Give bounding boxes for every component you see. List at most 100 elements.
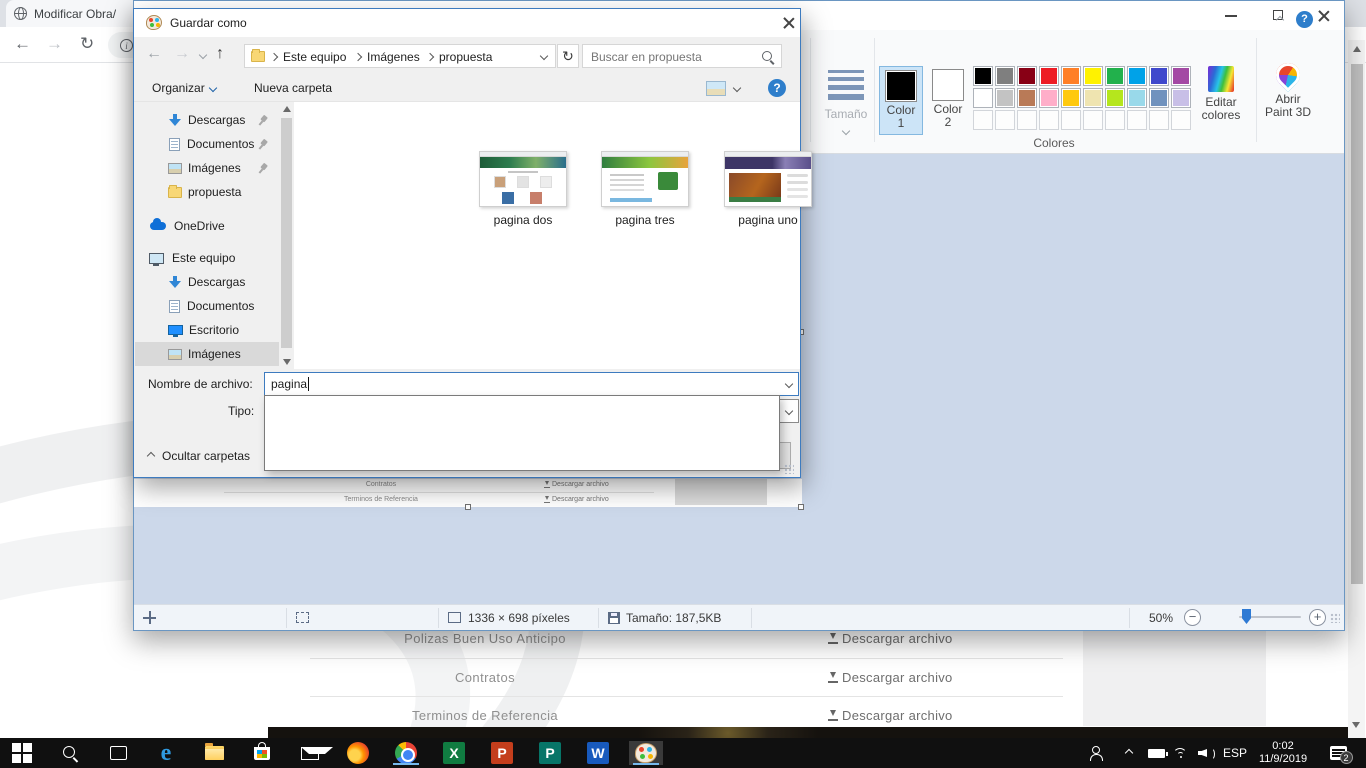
- page-info-icon[interactable]: i: [120, 39, 133, 52]
- color2-button[interactable]: Color 2: [926, 66, 970, 135]
- taskbar-word[interactable]: W: [581, 741, 615, 765]
- taskbar-firefox[interactable]: [341, 741, 375, 765]
- palette-color[interactable]: [1149, 88, 1169, 108]
- people-icon[interactable]: [1086, 743, 1108, 763]
- file-list[interactable]: pagina dos pagina tres: [294, 102, 800, 369]
- palette-color[interactable]: [1039, 66, 1059, 86]
- image-resize-handle-bottom-middle[interactable]: [465, 504, 471, 510]
- search-box[interactable]: Buscar en propuesta: [582, 44, 782, 68]
- task-view-button[interactable]: [101, 741, 135, 765]
- filename-history-dropdown[interactable]: [264, 395, 780, 471]
- palette-color[interactable]: [1061, 88, 1081, 108]
- sidebar-item-imagenes-2[interactable]: Imágenes: [135, 342, 279, 366]
- palette-color[interactable]: [1105, 66, 1125, 86]
- volume-icon[interactable]: [1195, 743, 1217, 763]
- breadcrumb-item[interactable]: Imágenes: [367, 50, 420, 64]
- dialog-help-button[interactable]: ?: [768, 79, 786, 97]
- organize-button[interactable]: Organizar: [152, 81, 205, 95]
- palette-color[interactable]: [1127, 88, 1147, 108]
- download-link[interactable]: Descargar archivo: [828, 708, 953, 723]
- palette-empty-slot[interactable]: [1105, 110, 1125, 130]
- taskbar-mail[interactable]: [293, 741, 327, 765]
- taskbar-search-button[interactable]: [53, 741, 87, 765]
- sidebar-item-documentos[interactable]: Documentos: [135, 132, 279, 156]
- up-button[interactable]: ↑: [216, 45, 224, 63]
- palette-color[interactable]: [1039, 88, 1059, 108]
- taskbar-powerpoint[interactable]: P: [485, 741, 519, 765]
- sidebar-item-documentos-2[interactable]: Documentos: [135, 294, 279, 318]
- scrollbar-thumb[interactable]: [1351, 64, 1363, 584]
- wifi-icon[interactable]: [1170, 743, 1192, 763]
- resize-grip[interactable]: [1330, 613, 1340, 623]
- paint-help-button[interactable]: ?: [1296, 11, 1313, 28]
- filetype-dropdown-button[interactable]: [779, 400, 798, 422]
- palette-color[interactable]: [1017, 88, 1037, 108]
- palette-empty-slot[interactable]: [1127, 110, 1147, 130]
- download-link[interactable]: Descargar archivo: [828, 670, 953, 685]
- sidebar-item-escritorio[interactable]: Escritorio: [135, 318, 279, 342]
- palette-empty-slot[interactable]: [1171, 110, 1191, 130]
- tray-overflow-chevron[interactable]: [1120, 743, 1138, 763]
- taskbar-chrome[interactable]: [389, 741, 423, 765]
- size-button[interactable]: Tamaño: [818, 66, 874, 139]
- sidebar-item-onedrive[interactable]: OneDrive: [135, 214, 279, 238]
- download-link[interactable]: Descargar archivo: [828, 631, 953, 646]
- minimize-button[interactable]: [1209, 1, 1253, 30]
- palette-color[interactable]: [1171, 88, 1191, 108]
- palette-color[interactable]: [1083, 88, 1103, 108]
- color1-button[interactable]: Color 1: [879, 66, 923, 135]
- taskbar-excel[interactable]: X: [437, 741, 471, 765]
- zoom-out-button[interactable]: −: [1184, 609, 1201, 626]
- scroll-up-arrow[interactable]: [1353, 46, 1361, 52]
- image-resize-handle-bottom-right[interactable]: [798, 504, 804, 510]
- sidebar-item-propuesta[interactable]: propuesta: [135, 180, 279, 204]
- palette-color[interactable]: [1061, 66, 1081, 86]
- views-dropdown-icon[interactable]: [733, 84, 741, 92]
- palette-color[interactable]: [1149, 66, 1169, 86]
- clock[interactable]: 0:02 11/9/2019: [1252, 740, 1314, 766]
- battery-icon[interactable]: [1144, 743, 1168, 763]
- scrollbar-thumb[interactable]: [281, 118, 292, 348]
- zoom-slider-thumb[interactable]: [1242, 609, 1251, 624]
- start-button[interactable]: [5, 741, 39, 765]
- palette-color[interactable]: [973, 88, 993, 108]
- palette-color[interactable]: [1105, 88, 1125, 108]
- palette-empty-slot[interactable]: [995, 110, 1015, 130]
- hide-folders-button[interactable]: Ocultar carpetas: [148, 449, 250, 463]
- maximize-button[interactable]: [1256, 1, 1300, 30]
- palette-empty-slot[interactable]: [1017, 110, 1037, 130]
- breadcrumb-item[interactable]: propuesta: [439, 50, 492, 64]
- edit-colors-button[interactable]: Editar colores: [1192, 66, 1250, 122]
- sidebar-item-descargas-2[interactable]: Descargas: [135, 270, 279, 294]
- filename-input[interactable]: pagina: [264, 372, 799, 396]
- palette-color[interactable]: [973, 66, 993, 86]
- filename-dropdown-button[interactable]: [779, 373, 798, 395]
- organize-dropdown-icon[interactable]: [209, 84, 217, 92]
- palette-color[interactable]: [1171, 66, 1191, 86]
- taskbar-store[interactable]: [245, 741, 279, 765]
- open-paint3d-button[interactable]: Abrir Paint 3D: [1260, 63, 1316, 119]
- sidebar-scrollbar[interactable]: [279, 102, 294, 369]
- dialog-resize-grip[interactable]: [784, 464, 794, 474]
- zoom-in-button[interactable]: +: [1309, 609, 1326, 626]
- refresh-button[interactable]: ↻: [557, 44, 579, 68]
- taskbar-paint[interactable]: [629, 741, 663, 765]
- taskbar-file-explorer[interactable]: [197, 741, 231, 765]
- palette-color[interactable]: [995, 66, 1015, 86]
- palette-color[interactable]: [1083, 66, 1103, 86]
- forward-button[interactable]: →: [46, 34, 63, 54]
- scroll-down-arrow[interactable]: [1352, 722, 1360, 728]
- back-button[interactable]: ←: [14, 34, 31, 54]
- sidebar-item-este-equipo[interactable]: Este equipo: [135, 246, 279, 270]
- forward-button[interactable]: →: [174, 45, 190, 63]
- palette-empty-slot[interactable]: [1061, 110, 1081, 130]
- breadcrumb[interactable]: Este equipo Imágenes propuesta: [244, 44, 556, 68]
- recent-locations-icon[interactable]: [199, 51, 207, 59]
- palette-empty-slot[interactable]: [1039, 110, 1059, 130]
- palette-empty-slot[interactable]: [1149, 110, 1169, 130]
- views-icon[interactable]: [706, 81, 726, 96]
- breadcrumb-dropdown-icon[interactable]: [540, 52, 548, 60]
- sidebar-item-descargas[interactable]: Descargas: [135, 108, 279, 132]
- action-center-icon[interactable]: 2: [1326, 743, 1350, 763]
- browser-scrollbar[interactable]: [1348, 40, 1365, 738]
